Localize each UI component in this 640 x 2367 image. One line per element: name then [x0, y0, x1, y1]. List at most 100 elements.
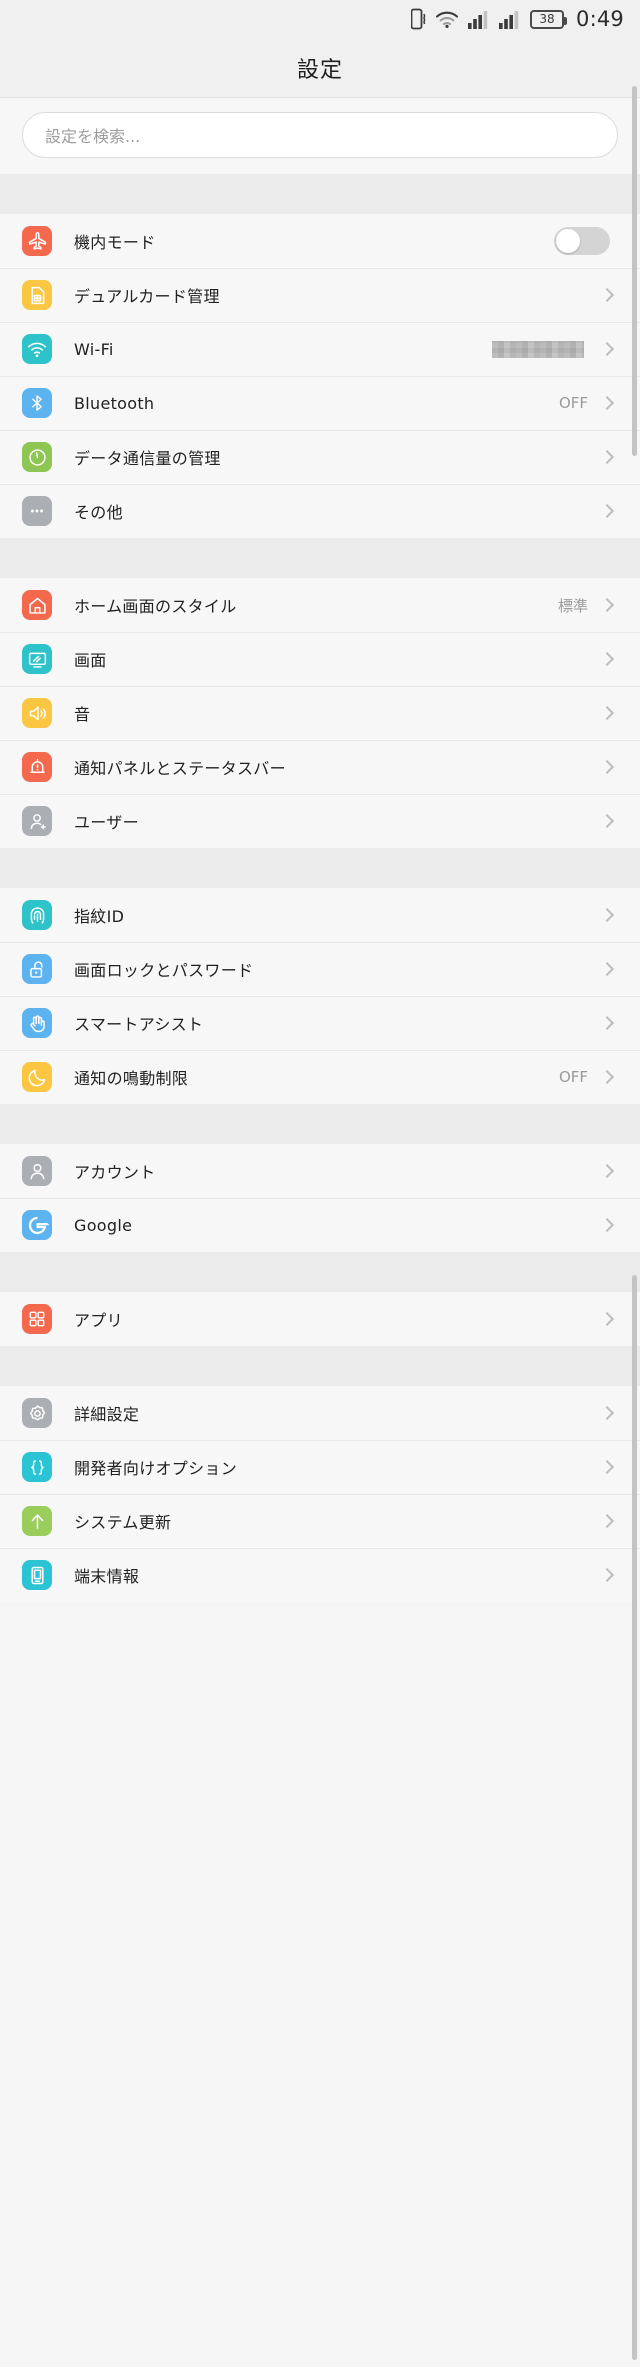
vibrate-icon: [411, 8, 426, 30]
settings-row-label: Wi-Fi: [74, 339, 114, 359]
chevron-right-icon: [599, 395, 615, 411]
settings-row-smart-assist[interactable]: スマートアシスト: [0, 996, 640, 1050]
settings-row-notification-panel-status-bar[interactable]: 通知パネルとステータスバー: [0, 740, 640, 794]
battery-level: 38: [539, 12, 555, 26]
toggle-knob: [556, 229, 580, 253]
settings-row-label: 通知の鳴動制限: [74, 1069, 189, 1088]
home-icon: [22, 590, 52, 620]
speaker-icon: [22, 698, 52, 728]
settings-row-dual-card[interactable]: デュアルカード管理: [0, 268, 640, 322]
settings-row-screen-lock-password[interactable]: 画面ロックとパスワード: [0, 942, 640, 996]
settings-row-data-usage[interactable]: データ通信量の管理: [0, 430, 640, 484]
settings-row-accounts[interactable]: アカウント: [0, 1144, 640, 1198]
group-separator: [0, 1346, 640, 1386]
settings-row-fingerprint-id[interactable]: 指紋ID: [0, 888, 640, 942]
settings-group-apps: アプリ: [0, 1292, 640, 1346]
settings-row-device-info[interactable]: 端末情報: [0, 1548, 640, 1602]
group-separator: [0, 1104, 640, 1144]
settings-row-home-screen-style[interactable]: ホーム画面のスタイル 標準: [0, 578, 640, 632]
chevron-right-icon: [599, 705, 615, 721]
search-placeholder: 設定を検索...: [45, 127, 141, 146]
settings-row-sound[interactable]: 音: [0, 686, 640, 740]
settings-row-wifi[interactable]: Wi-Fi: [0, 322, 640, 376]
settings-row-google[interactable]: Google: [0, 1198, 640, 1252]
settings-row-value: OFF: [558, 394, 588, 412]
settings-row-advanced-settings[interactable]: 詳細設定: [0, 1386, 640, 1440]
settings-row-system-update[interactable]: システム更新: [0, 1494, 640, 1548]
user-add-icon: [22, 806, 52, 836]
settings-row-label: アプリ: [74, 1311, 123, 1330]
signal-bars-icon: [499, 10, 521, 29]
chevron-right-icon: [599, 1217, 615, 1233]
chevron-right-icon: [599, 1567, 615, 1583]
chevron-right-icon: [599, 597, 615, 613]
settings-row-bluetooth[interactable]: Bluetooth OFF: [0, 376, 640, 430]
settings-row-apps[interactable]: アプリ: [0, 1292, 640, 1346]
display-icon: [22, 644, 52, 674]
group-separator: [0, 538, 640, 578]
gauge-icon: [22, 442, 52, 472]
chevron-right-icon: [599, 1459, 615, 1475]
chevron-right-icon: [599, 813, 615, 829]
bell-icon: [22, 752, 52, 782]
chevron-right-icon: [599, 287, 615, 303]
chevron-right-icon: [599, 1069, 615, 1085]
settings-row-label: 詳細設定: [74, 1405, 140, 1424]
settings-row-value: OFF: [558, 1068, 588, 1086]
scrollbar-thumb-top[interactable]: [632, 86, 637, 456]
chevron-right-icon: [599, 1311, 615, 1327]
settings-row-more[interactable]: その他: [0, 484, 640, 538]
settings-row-label: 機内モード: [74, 233, 156, 252]
settings-row-label: ホーム画面のスタイル: [74, 597, 237, 616]
settings-row-label: 画面: [74, 651, 107, 670]
status-bar: 38 0:49: [0, 0, 640, 38]
arrow-up-icon: [22, 1506, 52, 1536]
settings-row-label: デュアルカード管理: [74, 287, 220, 306]
sim-card-icon: [22, 280, 52, 310]
search-input[interactable]: 設定を検索...: [22, 112, 618, 158]
clock: 0:49: [576, 7, 624, 31]
bluetooth-icon: [22, 388, 52, 418]
hand-icon: [22, 1008, 52, 1038]
settings-row-label: Google: [74, 1215, 133, 1235]
scrollbar-thumb-bottom[interactable]: [632, 1275, 637, 2360]
settings-row-label: 指紋ID: [74, 907, 125, 926]
settings-row-label: システム更新: [74, 1513, 172, 1532]
toggle-switch[interactable]: [554, 227, 610, 255]
settings-row-do-not-disturb[interactable]: 通知の鳴動制限 OFF: [0, 1050, 640, 1104]
settings-row-display[interactable]: 画面: [0, 632, 640, 686]
chevron-right-icon: [599, 341, 615, 357]
settings-row-label: 音: [74, 705, 91, 724]
settings-row-label: 画面ロックとパスワード: [74, 961, 254, 980]
ellipsis-icon: [22, 496, 52, 526]
user-icon: [22, 1156, 52, 1186]
settings-row-label: その他: [74, 503, 123, 522]
chevron-right-icon: [599, 651, 615, 667]
title-bar: 設定: [0, 38, 640, 98]
phone-info-icon: [22, 1560, 52, 1590]
google-icon: [22, 1210, 52, 1240]
moon-icon: [22, 1062, 52, 1092]
chevron-right-icon: [599, 1015, 615, 1031]
settings-row-users[interactable]: ユーザー: [0, 794, 640, 848]
airplane-icon: [22, 226, 52, 256]
chevron-right-icon: [599, 961, 615, 977]
chevron-right-icon: [599, 1163, 615, 1179]
chevron-right-icon: [599, 1513, 615, 1529]
page-title: 設定: [296, 57, 343, 83]
chevron-right-icon: [599, 449, 615, 465]
settings-group-connectivity: 機内モードデュアルカード管理 Wi-Fi Bluetooth OFF データ通信量の管理…: [0, 214, 640, 538]
wifi-icon: [22, 334, 52, 364]
redacted-value: [492, 340, 584, 358]
search-section: 設定を検索...: [0, 98, 640, 174]
settings-screen: 38 0:49 設定 設定を検索... 機内モードデュアルカード管理 Wi-Fi B…: [0, 0, 640, 2367]
group-separator: [0, 174, 640, 214]
wifi-icon: [435, 9, 459, 29]
settings-row-value: 標準: [557, 596, 588, 615]
settings-row-developer-options[interactable]: 開発者向けオプション: [0, 1440, 640, 1494]
settings-group-system: 詳細設定開発者向けオプションシステム更新端末情報: [0, 1386, 640, 1602]
settings-row-label: アカウント: [74, 1163, 156, 1182]
settings-row-airplane-mode[interactable]: 機内モード: [0, 214, 640, 268]
settings-row-label: 通知パネルとステータスバー: [74, 759, 286, 778]
battery-icon: 38: [530, 9, 568, 29]
